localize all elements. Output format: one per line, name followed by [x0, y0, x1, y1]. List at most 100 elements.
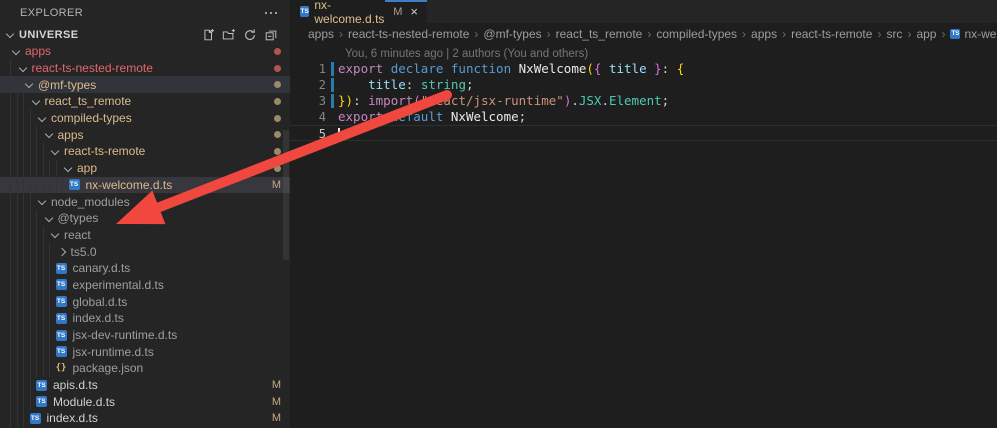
code-line-3[interactable]: 3}): import("react/jsx-runtime").JSX.Ele…	[290, 93, 997, 109]
workspace-section-label: UNIVERSE	[19, 29, 78, 41]
tree-item-@mf-types[interactable]: @mf-types	[0, 76, 290, 93]
status-dot	[274, 81, 281, 88]
code-token: NxWelcome	[451, 109, 519, 124]
chevron-down-icon	[36, 195, 49, 208]
code-token: :	[662, 61, 677, 76]
tree-item-apps[interactable]: apps	[0, 43, 290, 60]
tree-item-compiled-types[interactable]: compiled-types	[0, 110, 290, 127]
tree-item-experimental.d.ts[interactable]: TS experimental.d.ts	[0, 277, 290, 294]
tree-item-badge	[274, 126, 281, 143]
tree-item-app[interactable]: app	[0, 160, 290, 177]
status-dot	[274, 131, 281, 138]
tree-item-badge	[274, 143, 281, 160]
new-folder-icon[interactable]	[222, 28, 236, 42]
breadcrumb-item[interactable]: react-ts-nested-remote	[348, 27, 469, 41]
code-token: {	[677, 61, 685, 76]
chevron-down-icon	[10, 45, 23, 58]
indent-guide	[49, 327, 56, 344]
tree-item-react[interactable]: react	[0, 227, 290, 244]
code-token: }	[647, 61, 662, 76]
breadcrumb: apps›react-ts-nested-remote›@mf-types›re…	[290, 23, 997, 45]
close-icon[interactable]: ×	[410, 5, 418, 18]
sidebar-scrollbar[interactable]	[283, 130, 289, 260]
breadcrumb-item-label: apps	[308, 27, 334, 41]
tree-item-module.d.ts[interactable]: TSModule.d.tsM	[0, 393, 290, 410]
code-line-1[interactable]: 1export declare function NxWelcome({ tit…	[290, 61, 997, 77]
breadcrumb-item-label: react-ts-nested-remote	[348, 27, 469, 41]
tree-item-badge	[274, 76, 281, 93]
collapse-all-icon[interactable]	[264, 28, 278, 42]
tab-nx-welcome[interactable]: TS nx-welcome.d.ts M ×	[290, 0, 427, 23]
typescript-file-icon: TS	[56, 296, 67, 307]
tree-item-global.d.ts[interactable]: TSglobal.d.ts	[0, 293, 290, 310]
tree-item-react-ts-nested-remote[interactable]: react-ts-nested-remote	[0, 60, 290, 77]
code-editor[interactable]: You, 6 minutes ago | 2 authors (You and …	[290, 45, 997, 428]
breadcrumb-item[interactable]: compiled-types	[656, 27, 737, 41]
chevron-down-icon	[62, 162, 75, 175]
breadcrumb-separator-icon: ›	[644, 27, 654, 41]
gitlens-blame-annotation: You, 6 minutes ago | 2 authors (You and …	[290, 47, 997, 61]
breadcrumb-separator-icon: ›	[739, 27, 749, 41]
tree-item-nx-welcome.d.ts[interactable]: TSnx-welcome.d.tsM	[0, 177, 290, 194]
refresh-icon[interactable]	[243, 28, 257, 42]
breadcrumb-item[interactable]: app	[916, 27, 936, 41]
tree-item-index.d.ts[interactable]: TSindex.d.ts	[0, 310, 290, 327]
tree-item-canary.d.ts[interactable]: TScanary.d.ts	[0, 260, 290, 277]
typescript-file-icon: TS	[30, 413, 41, 424]
typescript-file-icon: TS	[36, 380, 47, 391]
breadcrumb-item[interactable]: react_ts_remote	[556, 27, 643, 41]
code-token: :	[353, 93, 368, 108]
typescript-file-icon: TS	[56, 330, 67, 341]
code-line-2[interactable]: 2 title: string;	[290, 77, 997, 93]
breadcrumb-item-label: apps	[751, 27, 777, 41]
tree-item-label: @types	[58, 211, 99, 225]
tree-item-apis.d.ts[interactable]: TSapis.d.tsM	[0, 377, 290, 394]
tree-item-badge	[274, 110, 281, 127]
breadcrumb-item[interactable]: @mf-types	[483, 27, 541, 41]
tree-item-node_modules[interactable]: node_modules	[0, 193, 290, 210]
breadcrumb-item[interactable]: src	[886, 27, 902, 41]
breadcrumb-item[interactable]: react-ts-remote	[791, 27, 872, 41]
breadcrumb-item[interactable]: apps	[308, 27, 334, 41]
code-token: (	[586, 61, 594, 76]
code-lines: 1export declare function NxWelcome({ tit…	[290, 61, 997, 141]
breadcrumb-item[interactable]: TSnx-welcome.d.ts	[950, 27, 997, 41]
vscode-window: EXPLORER UNIVERSE appsreact-ts-	[0, 0, 997, 428]
modified-badge: M	[272, 412, 281, 424]
breadcrumb-item[interactable]: apps	[751, 27, 777, 41]
breadcrumb-separator-icon: ›	[874, 27, 884, 41]
code-token: .	[601, 93, 609, 108]
typescript-file-icon: TS	[56, 279, 67, 290]
tree-item-jsx-dev-runtime.d.ts[interactable]: TSjsx-dev-runtime.d.ts	[0, 327, 290, 344]
new-file-icon[interactable]	[201, 28, 215, 42]
tree-item-apps[interactable]: apps	[0, 126, 290, 143]
tree-item-label: react	[64, 228, 91, 242]
tree-item-ts5.0[interactable]: ts5.0	[0, 243, 290, 260]
status-dot	[274, 98, 281, 105]
tree-item-package.json[interactable]: {}package.json	[0, 360, 290, 377]
tree-item-badge: M	[272, 177, 281, 194]
status-dot	[274, 165, 281, 172]
workspace-section-header[interactable]: UNIVERSE	[0, 26, 290, 43]
tree-item-react-ts-remote[interactable]: react-ts-remote	[0, 143, 290, 160]
explorer-more-actions-icon[interactable]	[262, 9, 281, 18]
code-line-4[interactable]: 4export default NxWelcome;	[290, 109, 997, 125]
tree-item-label: experimental.d.ts	[73, 278, 164, 292]
git-gutter-indicator	[326, 61, 338, 77]
chevron-down-icon	[49, 228, 62, 241]
code-line-5[interactable]: 5	[290, 125, 997, 141]
tree-item-jsx-runtime.d.ts[interactable]: TSjsx-runtime.d.ts	[0, 343, 290, 360]
indent-guide	[49, 277, 56, 294]
tree-item-label: react-ts-remote	[64, 144, 145, 158]
code-token: }	[338, 93, 346, 108]
tree-item-react_ts_remote[interactable]: react_ts_remote	[0, 93, 290, 110]
typescript-file-icon: TS	[36, 396, 47, 407]
chevron-right-icon	[56, 245, 69, 258]
code-token: export	[338, 61, 391, 76]
code-token: default	[391, 109, 451, 124]
chevron-down-icon	[30, 95, 43, 108]
code-token: )	[346, 93, 354, 108]
tree-item-label: index.d.ts	[47, 411, 98, 425]
tree-item-index.d.ts[interactable]: TS index.d.ts M	[0, 410, 290, 427]
tree-item-@types[interactable]: @types	[0, 210, 290, 227]
